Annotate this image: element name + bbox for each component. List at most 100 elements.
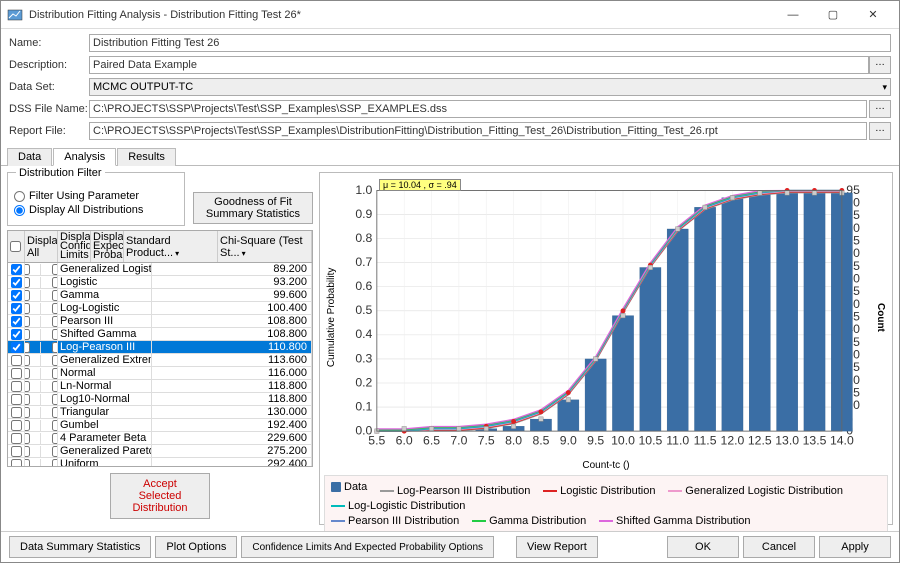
name-field[interactable]	[89, 34, 891, 52]
x-axis-label: Count-tc ()	[324, 460, 888, 471]
view-report-button[interactable]: View Report	[516, 536, 598, 558]
row-distribution-name: Log-Logistic	[58, 302, 152, 314]
header-display-all[interactable]: Display All	[25, 231, 58, 262]
table-row[interactable]: Gamma99.600	[8, 289, 312, 302]
svg-text:1.0: 1.0	[355, 183, 372, 197]
app-icon	[7, 7, 23, 23]
row-display-cell[interactable]	[25, 458, 58, 466]
cancel-button[interactable]: Cancel	[743, 536, 815, 558]
conf-limits-button[interactable]: Confidence Limits And Expected Probabili…	[241, 536, 494, 558]
row-checkbox[interactable]	[8, 341, 25, 353]
table-row[interactable]: Gumbel192.400	[8, 419, 312, 432]
dssfile-browse-button[interactable]: …	[869, 100, 891, 118]
header-exp-prob[interactable]: Display Expected Probab	[91, 231, 124, 262]
row-distribution-name: Logistic	[58, 276, 152, 288]
table-row[interactable]: Log-Logistic100.400	[8, 302, 312, 315]
row-checkbox[interactable]	[8, 419, 25, 431]
row-display-cell[interactable]	[25, 380, 58, 392]
table-row[interactable]: Generalized Pareto275.200	[8, 445, 312, 458]
row-distribution-name: Normal	[58, 367, 152, 379]
table-row[interactable]: Triangular130.000	[8, 406, 312, 419]
table-row[interactable]: Pearson III108.800	[8, 315, 312, 328]
row-checkbox[interactable]	[8, 445, 25, 457]
table-row[interactable]: Generalized Logistic89.200	[8, 263, 312, 276]
header-standard-product[interactable]: Standard Product...▾	[124, 231, 218, 262]
row-checkbox[interactable]	[8, 432, 25, 444]
filter-display-all-radio[interactable]	[14, 205, 25, 216]
row-checkbox[interactable]	[8, 380, 25, 392]
row-checkbox[interactable]	[8, 276, 25, 288]
row-display-cell[interactable]	[25, 445, 58, 457]
plot-options-button[interactable]: Plot Options	[155, 536, 237, 558]
reportfile-field[interactable]	[89, 122, 867, 140]
row-display-cell[interactable]	[25, 289, 58, 301]
row-display-cell[interactable]	[25, 406, 58, 418]
row-chi-square-value: 89.200	[152, 263, 312, 275]
row-checkbox[interactable]	[8, 354, 25, 366]
table-row[interactable]: Uniform292.400	[8, 458, 312, 466]
table-row[interactable]: Ln-Normal118.800	[8, 380, 312, 393]
chart-svg: 0.00.10.20.30.40.50.60.70.80.91.00510152…	[339, 177, 873, 458]
chart-area: Cumulative Probability μ = 10.04 , σ = .…	[324, 177, 888, 458]
table-row[interactable]: 4 Parameter Beta229.600	[8, 432, 312, 445]
data-summary-button[interactable]: Data Summary Statistics	[9, 536, 151, 558]
row-checkbox[interactable]	[8, 393, 25, 405]
row-display-cell[interactable]	[25, 432, 58, 444]
maximize-button[interactable]: ▢	[813, 1, 853, 29]
table-row[interactable]: Log-Pearson III110.800	[8, 341, 312, 354]
dataset-dropdown[interactable]: MCMC OUTPUT-TC ▾	[89, 78, 891, 96]
apply-button[interactable]: Apply	[819, 536, 891, 558]
chart-svg-wrap[interactable]: μ = 10.04 , σ = .94 0.00.10.20.30.40.50.…	[339, 177, 873, 458]
table-row[interactable]: Generalized Extreme ...113.600	[8, 354, 312, 367]
row-checkbox[interactable]	[8, 367, 25, 379]
row-checkbox[interactable]	[8, 315, 25, 327]
table-row[interactable]: Shifted Gamma108.800	[8, 328, 312, 341]
row-checkbox[interactable]	[8, 263, 25, 275]
row-chi-square-value: 110.800	[152, 341, 312, 353]
goodness-of-fit-button[interactable]: Goodness of Fit Summary Statistics	[193, 192, 313, 224]
reportfile-browse-button[interactable]: …	[869, 122, 891, 140]
row-distribution-name: Log-Pearson III	[58, 341, 152, 353]
filter-using-parameter-radio[interactable]	[14, 191, 25, 202]
row-display-cell[interactable]	[25, 302, 58, 314]
row-checkbox[interactable]	[8, 328, 25, 340]
row-chi-square-value: 130.000	[152, 406, 312, 418]
minimize-button[interactable]: —	[773, 1, 813, 29]
row-display-cell[interactable]	[25, 367, 58, 379]
description-browse-button[interactable]: …	[869, 56, 891, 74]
close-button[interactable]: ✕	[853, 1, 893, 29]
dataset-value: MCMC OUTPUT-TC	[93, 81, 882, 93]
svg-text:0.2: 0.2	[355, 375, 372, 389]
tab-data[interactable]: Data	[7, 148, 52, 166]
row-display-cell[interactable]	[25, 276, 58, 288]
row-display-cell[interactable]	[25, 263, 58, 275]
svg-text:7.5: 7.5	[478, 434, 495, 448]
header-conf-limits[interactable]: Display Confidence Limits	[58, 231, 91, 262]
row-checkbox[interactable]	[8, 458, 25, 466]
row-checkbox[interactable]	[8, 289, 25, 301]
ok-button[interactable]: OK	[667, 536, 739, 558]
tab-results[interactable]: Results	[117, 148, 176, 166]
header-chi-square[interactable]: Chi-Square (Test St...▾	[218, 231, 312, 262]
accept-selected-button[interactable]: Accept Selected Distribution	[110, 473, 210, 519]
description-field[interactable]	[89, 56, 869, 74]
row-display-cell[interactable]	[25, 328, 58, 340]
tab-analysis[interactable]: Analysis	[53, 148, 116, 166]
header-checkbox-all[interactable]	[8, 231, 25, 262]
row-display-cell[interactable]	[25, 341, 58, 353]
filter-display-all[interactable]: Display All Distributions	[14, 201, 178, 219]
row-display-cell[interactable]	[25, 393, 58, 405]
table-row[interactable]: Log10-Normal118.800	[8, 393, 312, 406]
row-chi-square-value: 118.800	[152, 380, 312, 392]
row-display-cell[interactable]	[25, 419, 58, 431]
table-row[interactable]: Normal116.000	[8, 367, 312, 380]
svg-text:6.0: 6.0	[396, 434, 413, 448]
row-display-cell[interactable]	[25, 315, 58, 327]
table-row[interactable]: Logistic93.200	[8, 276, 312, 289]
row-display-cell[interactable]	[25, 354, 58, 366]
row-checkbox[interactable]	[8, 406, 25, 418]
svg-text:6.5: 6.5	[423, 434, 440, 448]
dssfile-label: DSS File Name:	[9, 103, 89, 115]
dssfile-field[interactable]	[89, 100, 867, 118]
row-checkbox[interactable]	[8, 302, 25, 314]
